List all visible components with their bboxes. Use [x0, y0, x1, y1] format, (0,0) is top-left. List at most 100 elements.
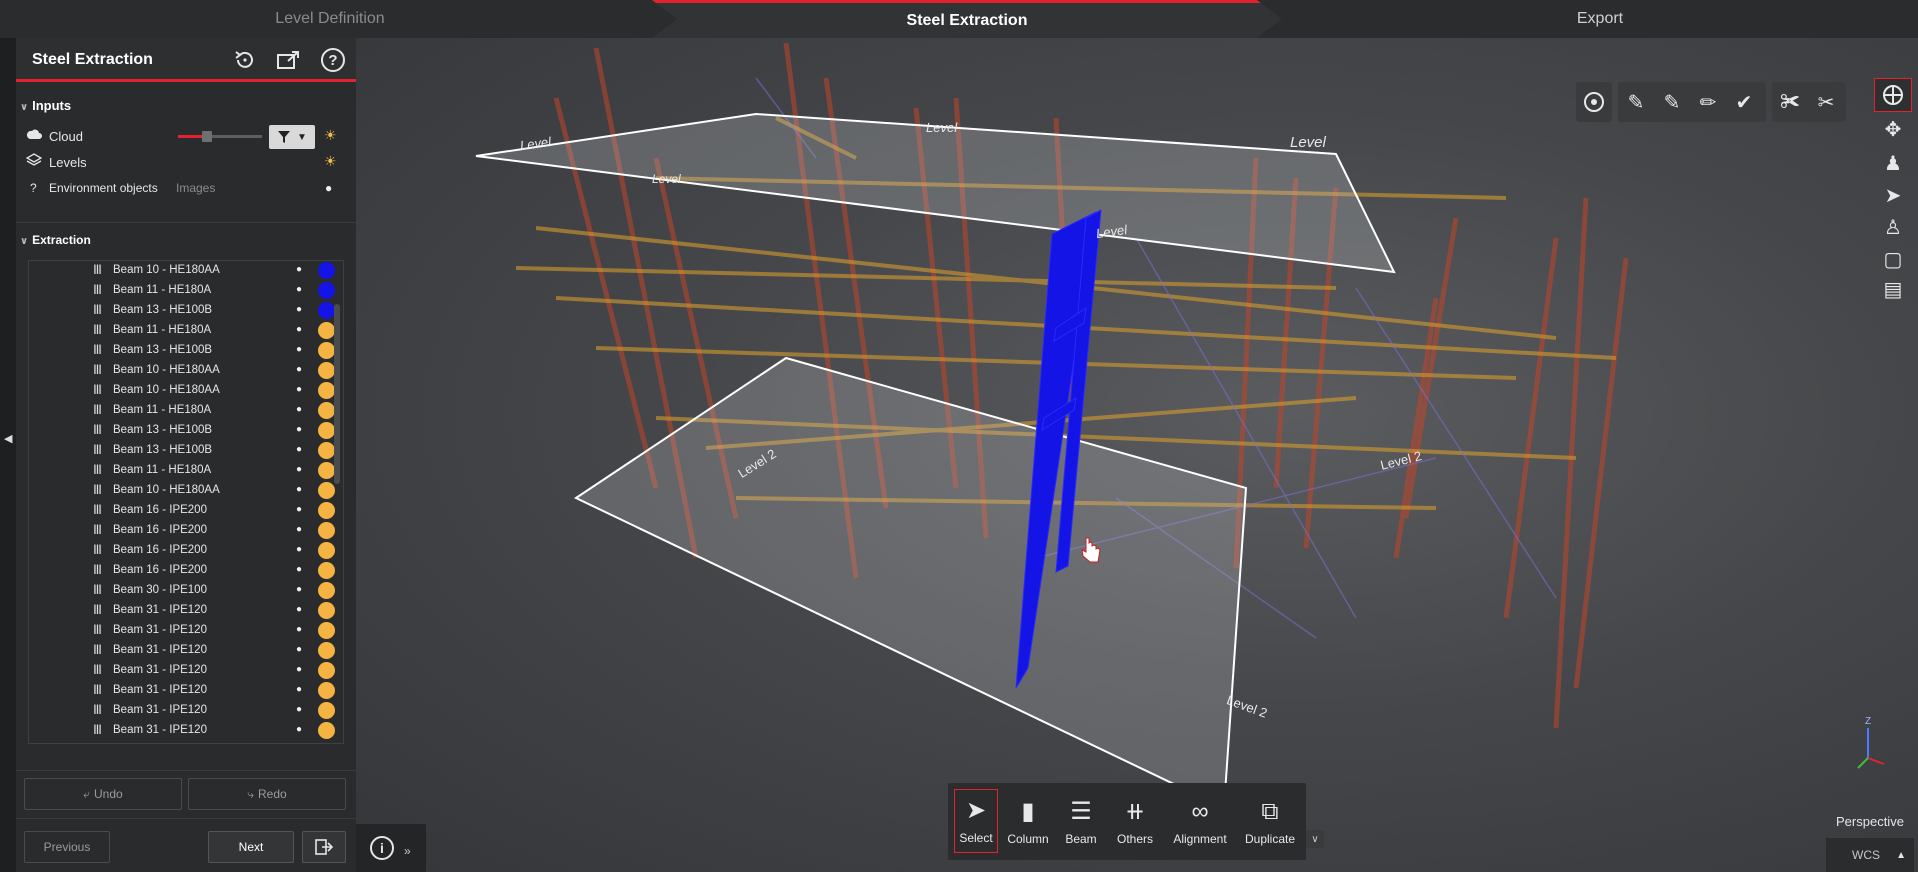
cube-view-icon[interactable]: ▢ [1874, 242, 1912, 276]
info-panel-toggle[interactable]: i » [356, 824, 426, 872]
list-item[interactable]: Ⅲ Beam 31 - IPE120 ● [29, 721, 335, 741]
add-measure-icon[interactable]: ✎ [1618, 82, 1654, 122]
bulb-icon[interactable]: ● [296, 284, 302, 295]
status-color-dot[interactable] [318, 622, 335, 639]
list-item[interactable]: Ⅲ Beam 13 - HE100B ● [29, 421, 335, 441]
3d-viewport[interactable]: Z Level Level Level Level Level Level 2 … [356, 38, 1918, 872]
sun-icon[interactable]: ☀ [324, 153, 337, 170]
list-item[interactable]: Ⅲ Beam 16 - IPE200 ● [29, 501, 335, 521]
list-scrollbar[interactable] [334, 304, 340, 484]
list-item[interactable]: Ⅲ Beam 10 - HE180AA ● [29, 381, 335, 401]
help-icon[interactable]: ? [318, 46, 348, 74]
status-color-dot[interactable] [318, 502, 335, 519]
column-tool[interactable]: ▮ Column [1000, 783, 1056, 860]
walk-icon[interactable]: ♟ [1874, 146, 1912, 180]
status-color-dot[interactable] [318, 482, 335, 499]
list-item[interactable]: Ⅲ Beam 16 - IPE200 ● [29, 521, 335, 541]
status-color-dot[interactable] [318, 322, 335, 339]
bulb-icon[interactable]: ● [296, 264, 302, 275]
status-color-dot[interactable] [318, 462, 335, 479]
list-item[interactable]: Ⅲ Beam 31 - IPE120 ● [29, 701, 335, 721]
target-icon[interactable] [1576, 82, 1612, 122]
list-item[interactable]: Ⅲ Beam 30 - IPE100 ● [29, 581, 335, 601]
expand-toolbar-button[interactable]: ∨ [1306, 830, 1324, 848]
collapse-panel-icon[interactable]: ◀ [4, 432, 12, 445]
clip-reverse-icon[interactable]: ✂ [1808, 82, 1844, 122]
layers-view-icon[interactable]: ▤ [1874, 272, 1912, 306]
list-item[interactable]: Ⅲ Beam 11 - HE180A ● [29, 461, 335, 481]
bulb-icon[interactable]: ● [296, 304, 302, 315]
bulb-icon[interactable]: ● [296, 444, 302, 455]
list-item[interactable]: Ⅲ Beam 11 - HE180A ● [29, 281, 335, 301]
bulb-icon[interactable]: ● [296, 344, 302, 355]
status-color-dot[interactable] [318, 302, 335, 319]
reset-icon[interactable] [230, 46, 260, 74]
measure-icon[interactable]: ✎ [1654, 82, 1690, 122]
exit-button[interactable] [302, 831, 346, 863]
status-color-dot[interactable] [318, 542, 335, 559]
list-item[interactable]: Ⅲ Beam 10 - HE180AA ● [29, 481, 335, 501]
list-item[interactable]: Ⅲ Beam 31 - IPE120 ● [29, 641, 335, 661]
status-color-dot[interactable] [318, 442, 335, 459]
bulb-icon[interactable]: ● [296, 624, 302, 635]
bulb-icon[interactable]: ● [296, 504, 302, 515]
status-color-dot[interactable] [318, 362, 335, 379]
open-external-icon[interactable] [274, 46, 304, 74]
bulb-icon[interactable]: ● [296, 484, 302, 495]
angle-icon[interactable]: ✏ [1690, 82, 1726, 122]
status-color-dot[interactable] [318, 642, 335, 659]
coordinate-system-dropdown[interactable]: WCS ▲ [1826, 838, 1914, 872]
list-item[interactable]: Ⅲ Beam 31 - IPE120 ● [29, 681, 335, 701]
bulb-icon[interactable]: ● [296, 524, 302, 535]
status-color-dot[interactable] [318, 702, 335, 719]
list-item[interactable]: Ⅲ Beam 31 - IPE120 ● [29, 601, 335, 621]
bulb-icon[interactable]: ● [296, 424, 302, 435]
bulb-icon[interactable]: ● [296, 724, 302, 735]
status-color-dot[interactable] [318, 682, 335, 699]
fly-icon[interactable]: ➤ [1874, 178, 1912, 212]
cloud-opacity-slider[interactable] [178, 131, 262, 142]
select-tool[interactable]: ➤ Select [954, 789, 998, 853]
next-button[interactable]: Next [208, 831, 294, 863]
person-icon[interactable]: ♙ [1874, 210, 1912, 244]
bulb-icon[interactable]: ● [325, 181, 332, 195]
slider-handle[interactable] [202, 131, 213, 142]
status-color-dot[interactable] [318, 422, 335, 439]
status-color-dot[interactable] [318, 602, 335, 619]
bulb-icon[interactable]: ● [296, 604, 302, 615]
bulb-icon[interactable]: ● [296, 564, 302, 575]
status-color-dot[interactable] [318, 262, 335, 279]
status-color-dot[interactable] [318, 662, 335, 679]
step-steel-extraction[interactable]: Steel Extraction [652, 0, 1282, 38]
step-level-definition[interactable]: Level Definition [0, 0, 660, 38]
status-color-dot[interactable] [318, 382, 335, 399]
bulb-icon[interactable]: ● [296, 684, 302, 695]
list-item[interactable]: Ⅲ Beam 13 - HE100B ● [29, 441, 335, 461]
alignment-tool[interactable]: ∞ Alignment [1166, 783, 1234, 860]
status-color-dot[interactable] [318, 282, 335, 299]
bulb-icon[interactable]: ● [296, 644, 302, 655]
bulb-icon[interactable]: ● [296, 544, 302, 555]
bulb-icon[interactable]: ● [296, 404, 302, 415]
bulb-icon[interactable]: ● [296, 664, 302, 675]
duplicate-tool[interactable]: ⧉ Duplicate [1238, 783, 1302, 860]
status-color-dot[interactable] [318, 722, 335, 739]
extraction-list[interactable]: Ⅲ Beam 10 - HE180AA ● Ⅲ Beam 11 - HE180A ● Ⅲ Be… [28, 260, 344, 744]
list-item[interactable]: Ⅲ Beam 11 - HE180A ● [29, 401, 335, 421]
lower-level-plane[interactable] [573, 356, 1248, 810]
redo-button[interactable]: ⤷ Redo [188, 778, 346, 810]
status-color-dot[interactable] [318, 402, 335, 419]
clip-icon[interactable]: ✀ [1772, 82, 1808, 122]
bulb-icon[interactable]: ● [296, 364, 302, 375]
list-item[interactable]: Ⅲ Beam 16 - IPE200 ● [29, 561, 335, 581]
list-item[interactable]: Ⅲ Beam 10 - HE180AA ● [29, 361, 335, 381]
list-item[interactable]: Ⅲ Beam 13 - HE100B ● [29, 301, 335, 321]
extraction-section-header[interactable]: ∨ Extraction [20, 233, 91, 247]
status-color-dot[interactable] [318, 522, 335, 539]
list-item[interactable]: Ⅲ Beam 13 - HE100B ● [29, 341, 335, 361]
step-export[interactable]: Export [1282, 0, 1918, 38]
upper-level-plane[interactable] [475, 112, 1396, 274]
bulb-icon[interactable]: ● [296, 384, 302, 395]
inputs-section-header[interactable]: ∨ Inputs [20, 98, 71, 113]
pan-icon[interactable]: ✥ [1874, 112, 1912, 146]
